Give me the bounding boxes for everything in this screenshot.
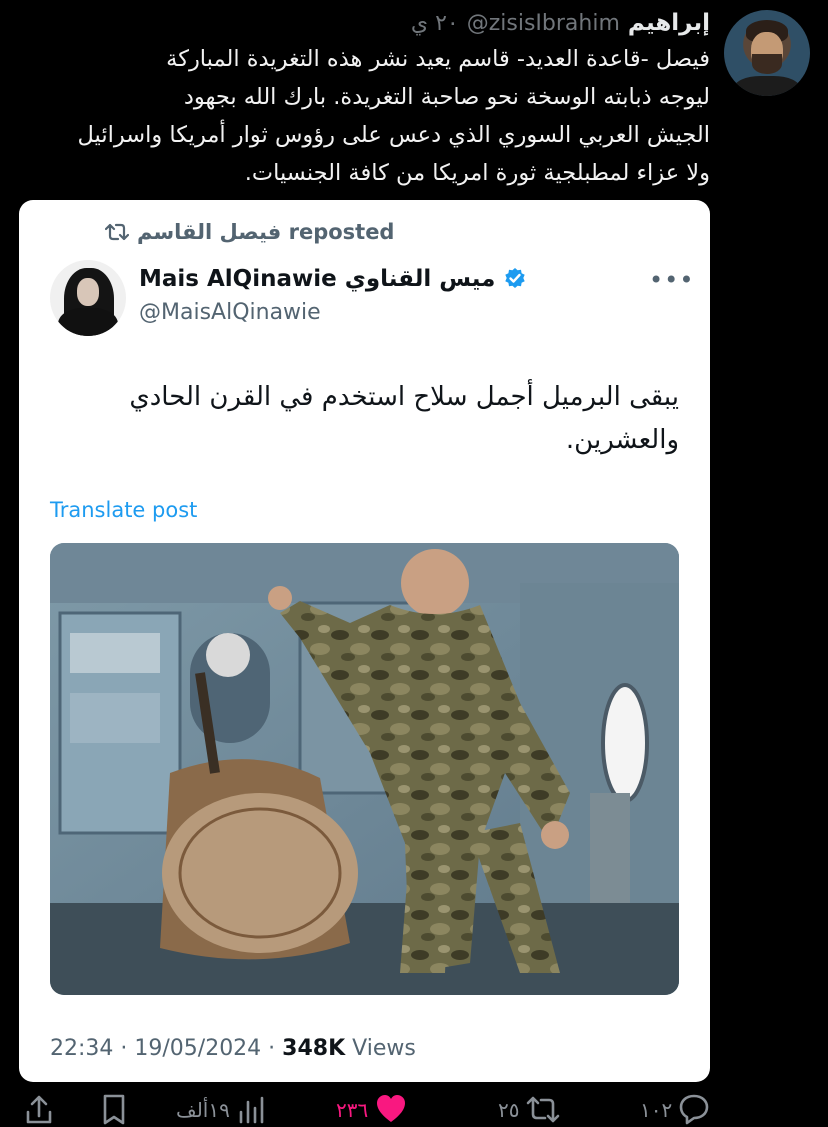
author-name[interactable]: إبراهيم bbox=[628, 10, 710, 36]
repost-text[interactable]: فيصل القاسم reposted bbox=[137, 220, 394, 244]
views-action-count: ١٩ألف bbox=[176, 1097, 230, 1122]
more-icon[interactable]: ••• bbox=[649, 266, 694, 294]
tweet-header: إبراهيم @zisisIbrahim ٢٠ ي bbox=[411, 6, 710, 40]
tweet-text-line: ليوجه ذبابته الوسخة نحو صاحبة التغريدة. … bbox=[183, 84, 710, 110]
quoted-handle[interactable]: @MaisAlQinawie bbox=[139, 300, 321, 325]
repost-icon bbox=[105, 223, 129, 241]
heart-icon bbox=[377, 1095, 406, 1122]
post-meta: 22:34 · 19/05/2024 · 348K Views bbox=[50, 1036, 416, 1061]
reply-button[interactable]: ١٠٢ bbox=[640, 1092, 710, 1127]
soldier-helicopter-photo bbox=[50, 543, 679, 995]
quoted-post-card[interactable]: فيصل القاسم reposted Mais AlQinawie ميس … bbox=[19, 200, 710, 1082]
tweet-text-line: ولا عزاء لمطبلجية ثورة امريكا من كافة ال… bbox=[244, 160, 710, 186]
share-button[interactable] bbox=[22, 1092, 56, 1127]
quoted-text-line: والعشرين. bbox=[565, 425, 679, 455]
tweet-text-line: فيصل -قاعدة العديد- قاسم يعيد نشر هذه ال… bbox=[166, 46, 710, 72]
tweet-text: فيصل -قاعدة العديد- قاسم يعيد نشر هذه ال… bbox=[18, 40, 710, 192]
verified-badge-icon bbox=[505, 268, 526, 288]
views-count: 348K bbox=[282, 1036, 346, 1061]
quoted-name[interactable]: Mais AlQinawie ميس القناوي bbox=[139, 266, 495, 292]
quoted-text: يبقى البرميل أجمل سلاح استخدم في القرن ا… bbox=[119, 376, 679, 462]
likes-count: ٢٣٦ bbox=[336, 1097, 369, 1122]
quoted-name-row: Mais AlQinawie ميس القناوي bbox=[139, 266, 527, 292]
author-handle[interactable]: @zisisIbrahim bbox=[467, 11, 620, 36]
like-button[interactable]: ٢٣٦ bbox=[336, 1092, 408, 1127]
tweet-text-line: الجيش العربي السوري الذي دعس على رؤوس ثو… bbox=[77, 122, 710, 148]
quoted-avatar[interactable] bbox=[50, 260, 126, 336]
post-photo[interactable] bbox=[50, 543, 679, 995]
views-button[interactable]: ١٩ألف bbox=[176, 1092, 266, 1127]
repost-button[interactable]: ٢٥ bbox=[498, 1092, 561, 1127]
bookmark-icon bbox=[103, 1094, 125, 1125]
share-icon bbox=[26, 1095, 52, 1124]
action-bar: ١٩ألف ٢٣٦ ٢٥ ١٠٢ bbox=[0, 1092, 828, 1127]
tweet-avatar[interactable] bbox=[724, 10, 810, 96]
reply-icon bbox=[679, 1094, 709, 1125]
repost-icon bbox=[527, 1096, 560, 1123]
views-icon bbox=[239, 1096, 264, 1124]
views-label: Views bbox=[345, 1036, 416, 1061]
replies-count: ١٠٢ bbox=[640, 1097, 673, 1122]
quoted-text-line: يبقى البرميل أجمل سلاح استخدم في القرن ا… bbox=[129, 382, 679, 412]
post-time[interactable]: ٢٠ ي bbox=[411, 11, 459, 36]
post-timestamp[interactable]: 22:34 · 19/05/2024 · bbox=[50, 1036, 282, 1061]
translate-post-link[interactable]: Translate post bbox=[50, 498, 197, 522]
reposts-count: ٢٥ bbox=[498, 1097, 520, 1122]
repost-line: فيصل القاسم reposted bbox=[105, 220, 394, 244]
bookmark-button[interactable] bbox=[100, 1092, 128, 1127]
